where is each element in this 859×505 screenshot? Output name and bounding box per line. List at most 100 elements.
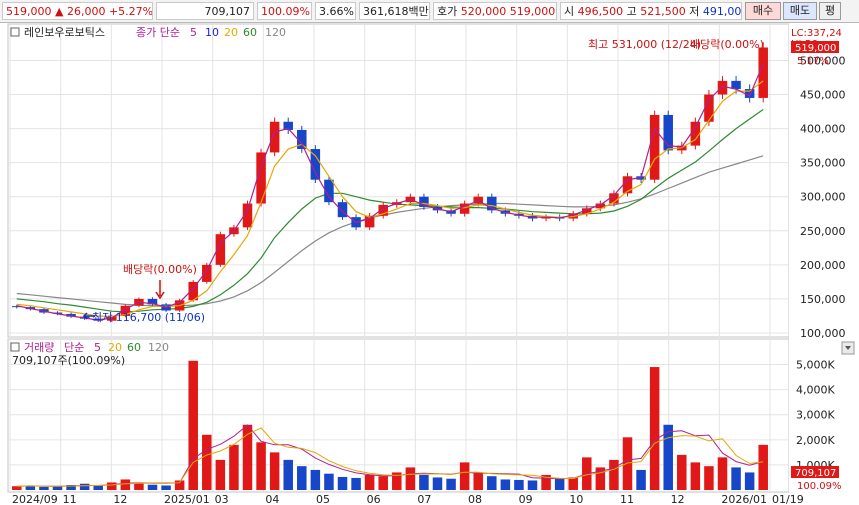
price-tick-label: 350,000 (800, 157, 846, 170)
volume-bar (12, 486, 22, 490)
candle-body (269, 121, 280, 153)
vma20-legend: 20 (108, 341, 122, 354)
volume-bar (568, 477, 578, 490)
ma20-legend: 20 (224, 26, 238, 39)
volume-bar (500, 479, 511, 490)
volume-bar (636, 469, 646, 490)
price-tick-label: 450,000 (800, 89, 846, 102)
x-tick-label: 03 (215, 493, 229, 505)
volume-tick-label: 4,000K (796, 384, 835, 397)
volume-bar (79, 483, 90, 490)
x-tick-label: 11 (620, 493, 634, 505)
low-marker-label: 최저 116,700 (11/06) (92, 311, 205, 324)
volume-current-box-label: 709,107 (795, 468, 836, 479)
volume-bar (52, 486, 63, 490)
x-tick-label: 08 (468, 493, 482, 505)
x-tick-label: 07 (417, 493, 431, 505)
volume-tick-label: 5,000K (796, 359, 835, 372)
volume-current-pct: 100.09% (797, 481, 842, 492)
volume-bar (459, 462, 470, 490)
volume-tick-label: 2,000K (796, 434, 835, 447)
volume-bar (161, 485, 171, 490)
x-tick-label: 12 (113, 493, 127, 505)
close-ma-legend: 종가 단순 (136, 26, 180, 39)
x-tick-label: 2026/01 (721, 493, 767, 505)
candle-body (649, 114, 660, 180)
volume-bar (378, 476, 388, 490)
price-tick-label: 250,000 (800, 225, 846, 238)
volume-bar (120, 479, 131, 490)
volume-bar (337, 476, 348, 490)
volume-bar (663, 424, 673, 490)
volume-bar (147, 484, 158, 490)
volume-bar (364, 474, 375, 490)
x-tick-label: 05 (316, 493, 330, 505)
current-price-box-label: 519,000 (795, 43, 836, 54)
volume-bar (324, 473, 334, 490)
volume-bar (731, 467, 741, 490)
volume-bar (677, 454, 687, 490)
volume-bar (188, 360, 198, 490)
x-tick-label: 10 (569, 493, 583, 505)
stock-name: 레인보우로보틱스 (24, 26, 105, 39)
stock-chart[interactable]: 100,000 150,000 200,000 250,000 300,000 350,0… (0, 0, 859, 505)
dividend-label-mid: 배당락(0.00%) (123, 263, 197, 276)
volume-bar (134, 483, 144, 490)
volume-bar (554, 478, 565, 490)
volume-bar (622, 437, 633, 490)
volume-bar (283, 459, 293, 490)
candle-body (717, 80, 728, 95)
volume-bar (487, 476, 497, 490)
price-tick-label: 400,000 (800, 123, 846, 136)
price-tick-label: 150,000 (800, 293, 846, 306)
candle-body (704, 94, 714, 122)
vma120-legend: 120 (148, 341, 169, 354)
x-tick-label: 01/19 (772, 493, 804, 505)
ma10-legend: 10 (205, 26, 219, 39)
volume-ma-legend: 단순 (64, 341, 84, 354)
volume-bar (405, 467, 416, 490)
vma5-legend: 5 (94, 341, 101, 354)
volume-bar (256, 442, 266, 490)
volume-bar (744, 472, 755, 490)
volume-bar (527, 480, 538, 490)
volume-bar (107, 482, 117, 490)
x-tick-label: 06 (367, 493, 381, 505)
x-tick-label: 04 (265, 493, 279, 505)
volume-bar (704, 466, 714, 490)
lc-label: LC:337,24 (791, 28, 842, 39)
ma5-legend: 5 (190, 26, 197, 39)
candle-body (202, 264, 212, 282)
volume-bar (297, 466, 307, 490)
vma60-legend: 60 (127, 341, 141, 354)
x-tick-labels: 2024/09 11 12 2025/01 03 04 05 06 07 08 09 10 11 12 20… (12, 493, 804, 505)
x-tick-label: 09 (519, 493, 533, 505)
volume-bar (229, 444, 239, 490)
volume-tick-label: 3,000K (796, 409, 835, 422)
volume-bar (432, 477, 443, 490)
volume-bar (419, 474, 429, 490)
current-pct-label: 5.17% (797, 56, 829, 67)
volume-bar (215, 459, 226, 490)
volume-bar (39, 486, 49, 490)
volume-bar (351, 477, 361, 490)
ma60-legend: 60 (243, 26, 257, 39)
volume-bar (514, 479, 524, 490)
volume-bar (690, 462, 701, 490)
price-tick-label: 300,000 (800, 191, 846, 204)
volume-bar (310, 469, 321, 490)
volume-bar (473, 472, 483, 490)
price-panel-frame (7, 23, 790, 338)
volume-bar (717, 457, 728, 490)
x-tick-label: 2024/09 (12, 493, 58, 505)
volume-bar (202, 434, 212, 490)
price-tick-label: 200,000 (800, 259, 846, 272)
x-tick-label: 2025/01 (164, 493, 210, 505)
volume-bar (649, 367, 660, 490)
x-tick-label: 11 (63, 493, 77, 505)
high-marker-label: 최고 531,000 (12/24) (588, 38, 701, 51)
volume-title: 거래량 (24, 341, 54, 354)
ma120-legend: 120 (265, 26, 286, 39)
volume-bar (758, 444, 768, 490)
volume-bar (609, 459, 619, 490)
